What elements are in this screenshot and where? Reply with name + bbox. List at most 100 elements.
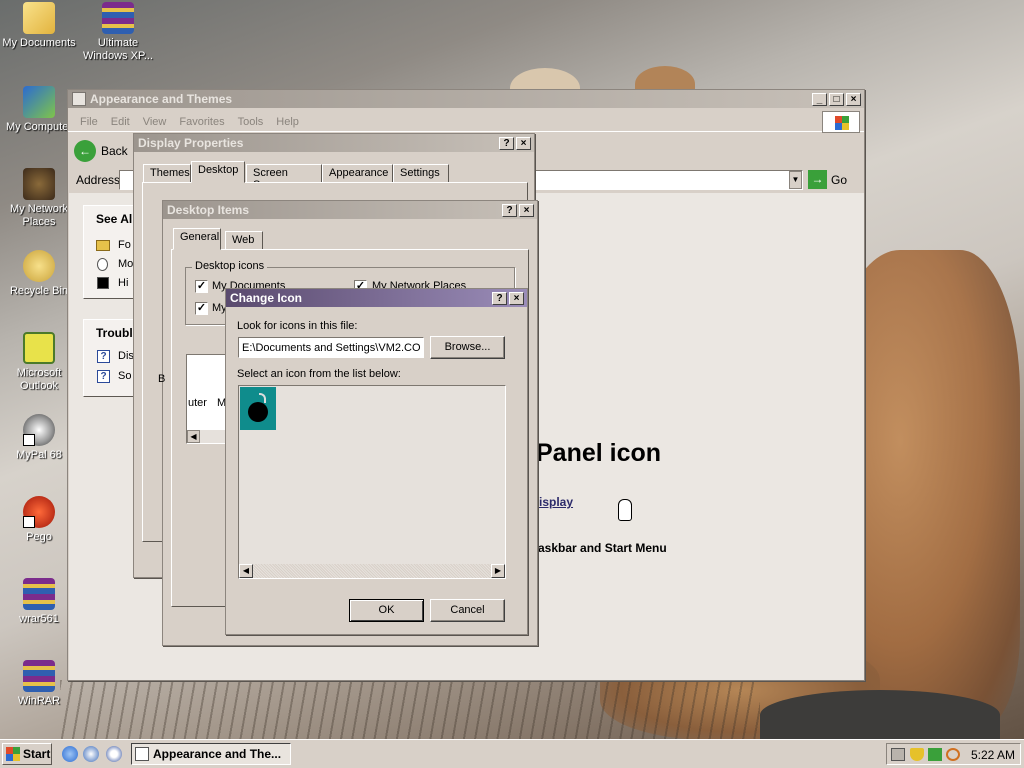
desktop-items-tabs: General Web xyxy=(173,228,373,251)
change-icon-title: Change Icon xyxy=(230,291,303,305)
windows-flag-icon xyxy=(6,747,20,761)
troubleshooter-item[interactable]: So xyxy=(118,370,131,382)
taskbar-task-link[interactable]: askbar and Start Menu xyxy=(538,541,667,555)
menu-bar: File Edit View Favorites Tools Help xyxy=(68,110,864,132)
background-scenery xyxy=(760,690,1000,740)
pego-icon xyxy=(23,496,55,528)
go-arrow-icon: → xyxy=(808,170,827,189)
address-dropdown-button[interactable]: ▼ xyxy=(789,171,802,189)
system-tray: 5:22 AM xyxy=(886,743,1021,765)
hand-cursor-icon xyxy=(618,499,632,521)
troubleshooter-item[interactable]: Dis xyxy=(118,350,134,362)
start-button[interactable]: Start xyxy=(2,743,52,765)
see-also-item[interactable]: Hi xyxy=(118,277,128,289)
keyboard-icon[interactable] xyxy=(891,748,905,761)
my-documents-checkbox[interactable]: ✓ xyxy=(195,280,208,293)
menu-file[interactable]: File xyxy=(80,116,98,131)
explorer-titlebar[interactable]: Appearance and Themes _ □ × xyxy=(68,90,864,108)
look-for-icons-label: Look for icons in this file: xyxy=(237,320,358,332)
my-documents-icon xyxy=(23,2,55,34)
menu-help[interactable]: Help xyxy=(276,116,299,131)
help-icon: ? xyxy=(97,370,110,383)
maximize-button[interactable]: □ xyxy=(829,92,844,106)
see-also-item[interactable]: Mo xyxy=(118,258,133,270)
desktop-icon-ultimate-windows[interactable]: Ultimate Windows XP... xyxy=(79,2,157,63)
media-player-icon[interactable] xyxy=(106,746,122,762)
menu-view[interactable]: View xyxy=(143,116,167,131)
browse-button[interactable]: Browse... xyxy=(430,336,505,359)
troubleshooters-title: Troubl xyxy=(96,326,133,340)
icon-file-path-input[interactable] xyxy=(238,337,424,358)
my-computer-checkbox[interactable]: ✓ xyxy=(195,302,208,315)
close-button[interactable]: × xyxy=(516,136,531,150)
display-properties-title: Display Properties xyxy=(138,136,244,150)
tab-desktop[interactable]: Desktop xyxy=(191,161,245,183)
partial-label: B xyxy=(158,373,166,385)
display-link[interactable]: isplay xyxy=(539,495,573,509)
horizontal-scrollbar[interactable]: ◀ ▶ xyxy=(239,564,505,578)
outlook-icon xyxy=(23,332,55,364)
address-label: Address xyxy=(76,173,121,187)
close-button[interactable]: × xyxy=(846,92,861,106)
taskbar-item-appearance-themes[interactable]: Appearance and The... xyxy=(131,743,291,765)
contrast-icon xyxy=(97,277,109,289)
control-panel-icon xyxy=(135,747,149,761)
menu-edit[interactable]: Edit xyxy=(111,116,130,131)
see-also-title: See Al xyxy=(96,212,133,226)
tab-settings[interactable]: Settings xyxy=(393,164,449,183)
tab-themes[interactable]: Themes xyxy=(143,164,191,183)
tab-appearance[interactable]: Appearance xyxy=(322,164,393,183)
select-icon-label: Select an icon from the list below: xyxy=(237,368,401,380)
partial-label: uter xyxy=(188,397,207,409)
display-properties-titlebar[interactable]: Display Properties ? × xyxy=(134,134,534,152)
change-icon-dialog: Change Icon ? × Look for icons in this f… xyxy=(225,288,528,635)
cancel-button[interactable]: Cancel xyxy=(430,599,505,622)
menu-tools[interactable]: Tools xyxy=(238,116,264,131)
help-button[interactable]: ? xyxy=(502,203,517,217)
control-panel-heading: Panel icon xyxy=(536,439,662,467)
desktop-items-titlebar[interactable]: Desktop Items ? × xyxy=(163,201,537,219)
display-tabs: Themes Desktop Screen Saver Appearance S… xyxy=(143,161,527,191)
windows-logo-icon xyxy=(822,111,860,133)
winrar-archive-icon xyxy=(102,2,134,34)
back-button[interactable]: ← Back xyxy=(74,140,128,162)
help-button[interactable]: ? xyxy=(499,136,514,150)
see-also-item[interactable]: Fo xyxy=(118,239,131,251)
ok-button[interactable]: OK xyxy=(349,599,424,622)
desktop-icon-my-documents[interactable]: My Documents xyxy=(0,2,78,50)
mypal-icon xyxy=(23,414,55,446)
network-tray-icon[interactable] xyxy=(928,748,942,761)
taskbar: Start Appearance and The... 5:22 AM xyxy=(0,739,1024,768)
change-icon-titlebar[interactable]: Change Icon ? × xyxy=(226,289,527,307)
folder-icon xyxy=(96,240,110,251)
minimize-button[interactable]: _ xyxy=(812,92,827,106)
menu-favorites[interactable]: Favorites xyxy=(179,116,224,131)
bomb-fuse-icon xyxy=(259,393,266,403)
go-button[interactable]: → Go xyxy=(808,170,847,189)
help-icon: ? xyxy=(97,350,110,363)
my-computer-icon xyxy=(23,86,55,118)
security-shield-icon[interactable] xyxy=(910,748,924,761)
bomb-icon[interactable] xyxy=(240,387,276,430)
help-button[interactable]: ? xyxy=(492,291,507,305)
tab-general[interactable]: General xyxy=(173,228,221,250)
browser-quicklaunch-icon[interactable] xyxy=(83,746,99,762)
desktop-items-title: Desktop Items xyxy=(167,203,250,217)
bomb-icon-graphic xyxy=(248,402,268,422)
tab-screen-saver[interactable]: Screen Saver xyxy=(246,164,322,191)
control-panel-icon xyxy=(72,92,86,106)
tab-web[interactable]: Web xyxy=(225,231,263,250)
explorer-title: Appearance and Themes xyxy=(90,92,233,106)
internet-explorer-icon[interactable] xyxy=(62,746,78,762)
clock[interactable]: 5:22 AM xyxy=(971,748,1015,762)
desktop-icons-group-label: Desktop icons xyxy=(192,260,268,272)
icon-list[interactable]: ◀ ▶ xyxy=(238,385,506,579)
background-scenery xyxy=(60,680,760,740)
search-tray-icon[interactable] xyxy=(946,748,960,761)
close-button[interactable]: × xyxy=(509,291,524,305)
mouse-icon xyxy=(97,258,108,271)
back-arrow-icon: ← xyxy=(74,140,96,162)
close-button[interactable]: × xyxy=(519,203,534,217)
winrar-installer-icon xyxy=(23,578,55,610)
winrar-icon xyxy=(23,660,55,692)
